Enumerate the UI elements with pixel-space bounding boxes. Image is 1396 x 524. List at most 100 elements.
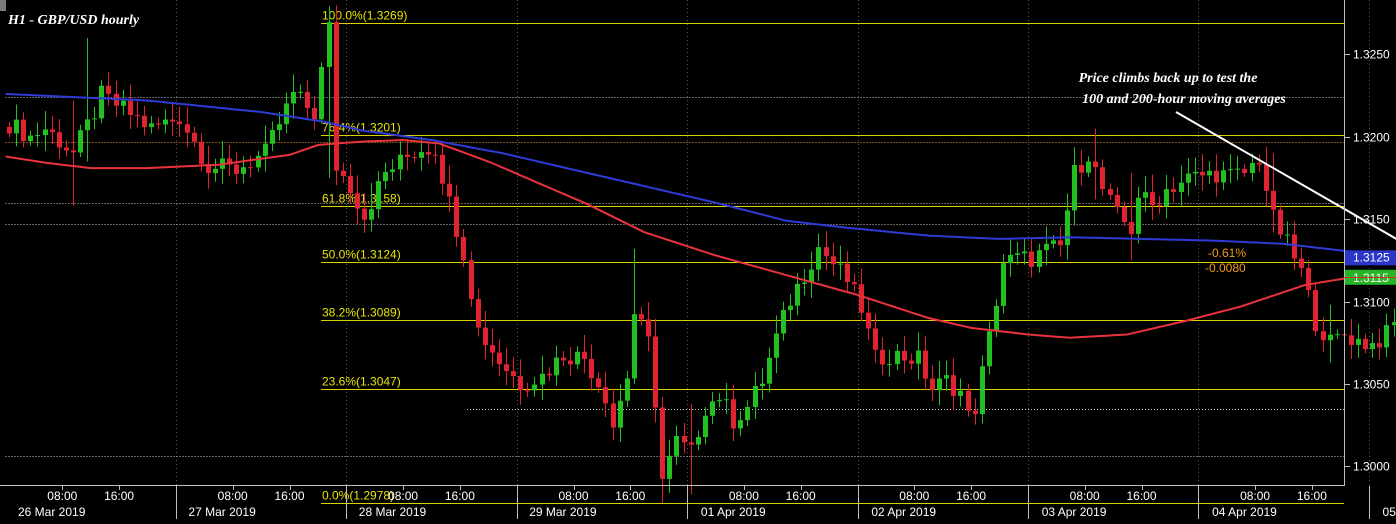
candle-body [1200,172,1205,176]
candle-body [1065,210,1070,245]
candle-body [909,361,914,364]
candle-body [57,132,62,147]
candle-body [980,366,985,414]
candle-body [476,299,481,327]
day-label: 05 Apr 2019 [1383,505,1396,519]
candle-body [944,375,949,378]
candle-body [1100,167,1105,189]
candle-body [866,313,871,329]
candle-body [1292,234,1297,258]
candle-body [1306,268,1311,290]
candle-body [263,144,268,156]
candle-body [1129,222,1134,234]
candle-body [831,256,836,264]
candle-body [405,155,410,157]
day-label: 26 Mar 2019 [18,505,86,519]
candle-body [185,124,190,133]
y-tick-label: 1.3100 [1353,296,1390,310]
candle-body [838,264,843,265]
candle-body [1221,170,1226,182]
hour-label: 08:00 [899,489,929,503]
candle-body [270,130,275,144]
fib-label: 38.2%(1.3089) [322,306,401,320]
candle-body [376,181,381,209]
candle-body [213,169,218,173]
candle-body [426,152,431,155]
candle-body [802,282,807,283]
candle-body [1108,189,1113,195]
candle-body [525,390,530,391]
candle-body [689,442,694,444]
candle-body [987,331,992,366]
candle-body [1349,335,1354,345]
candle-body [248,167,253,168]
candle-body [1313,290,1318,331]
candle-body [319,67,324,119]
candle-body [369,209,374,220]
candle-body [767,358,772,384]
candle-body [1051,240,1056,244]
chart-title: H1 - GBP/USD hourly [7,13,140,28]
candle-body [625,378,630,400]
candle-body [1392,322,1396,325]
candle-body [753,386,758,407]
candle-body [1356,339,1361,345]
candle-body [7,127,12,134]
gbpusd-hourly-chart: 100.0%(1.3269)76.4%(1.3201)61.8%(1.3158)… [0,0,1396,519]
candle-body [64,147,69,150]
candle-body [50,129,55,132]
hour-label: 16:00 [274,489,304,503]
candle-body [639,314,644,319]
annotation-line-2: 100 and 200-hour moving averages [1082,92,1286,107]
candle-body [341,171,346,176]
annotation-line-1: Price climbs back up to test the [1079,71,1258,86]
candle-body [1164,189,1169,206]
candle-body [781,310,786,333]
candle-body [895,351,900,364]
candle-body [298,92,303,93]
hour-label: 08:00 [1240,489,1270,503]
candle-body [1278,210,1283,235]
candle-body [1363,339,1368,349]
fib-label: 50.0%(1.3124) [322,248,401,262]
candle-body [994,306,999,331]
candle-body [696,437,701,445]
candle-body [1285,234,1290,235]
candle-body [28,136,33,142]
candle-body [1008,255,1013,263]
candle-body [14,120,19,134]
hour-label: 16:00 [104,489,134,503]
candle-body [1143,192,1148,198]
candle-body [383,172,388,181]
ma200-level-label: 1.3125 [1353,250,1390,264]
y-tick-label: 1.3050 [1353,378,1390,392]
candle-body [1214,171,1219,183]
candle-body [1150,192,1155,205]
candle-body [923,351,928,379]
candle-body [973,411,978,414]
candle-body [199,142,204,164]
candle-body [1271,191,1276,210]
candle-body [85,119,90,130]
candle-body [717,400,722,401]
candle-body [1235,169,1240,170]
candle-body [305,92,310,108]
candle-body [788,306,793,310]
candle-body [1193,172,1198,174]
candle-body [327,22,332,67]
candle-body [447,184,452,197]
candle-body [390,169,395,172]
candle-body [433,155,438,156]
candle-body [824,247,829,256]
candle-body [121,101,126,106]
candle-body [880,350,885,365]
candle-body [1257,163,1262,165]
candle-body [284,103,289,124]
candle-body [398,155,403,170]
candle-body [312,108,317,119]
candle-body [483,328,488,345]
candle-body [1093,162,1098,168]
candle-body [660,407,665,478]
fib-label: 61.8%(1.3158) [322,192,401,206]
candle-body [902,351,907,361]
